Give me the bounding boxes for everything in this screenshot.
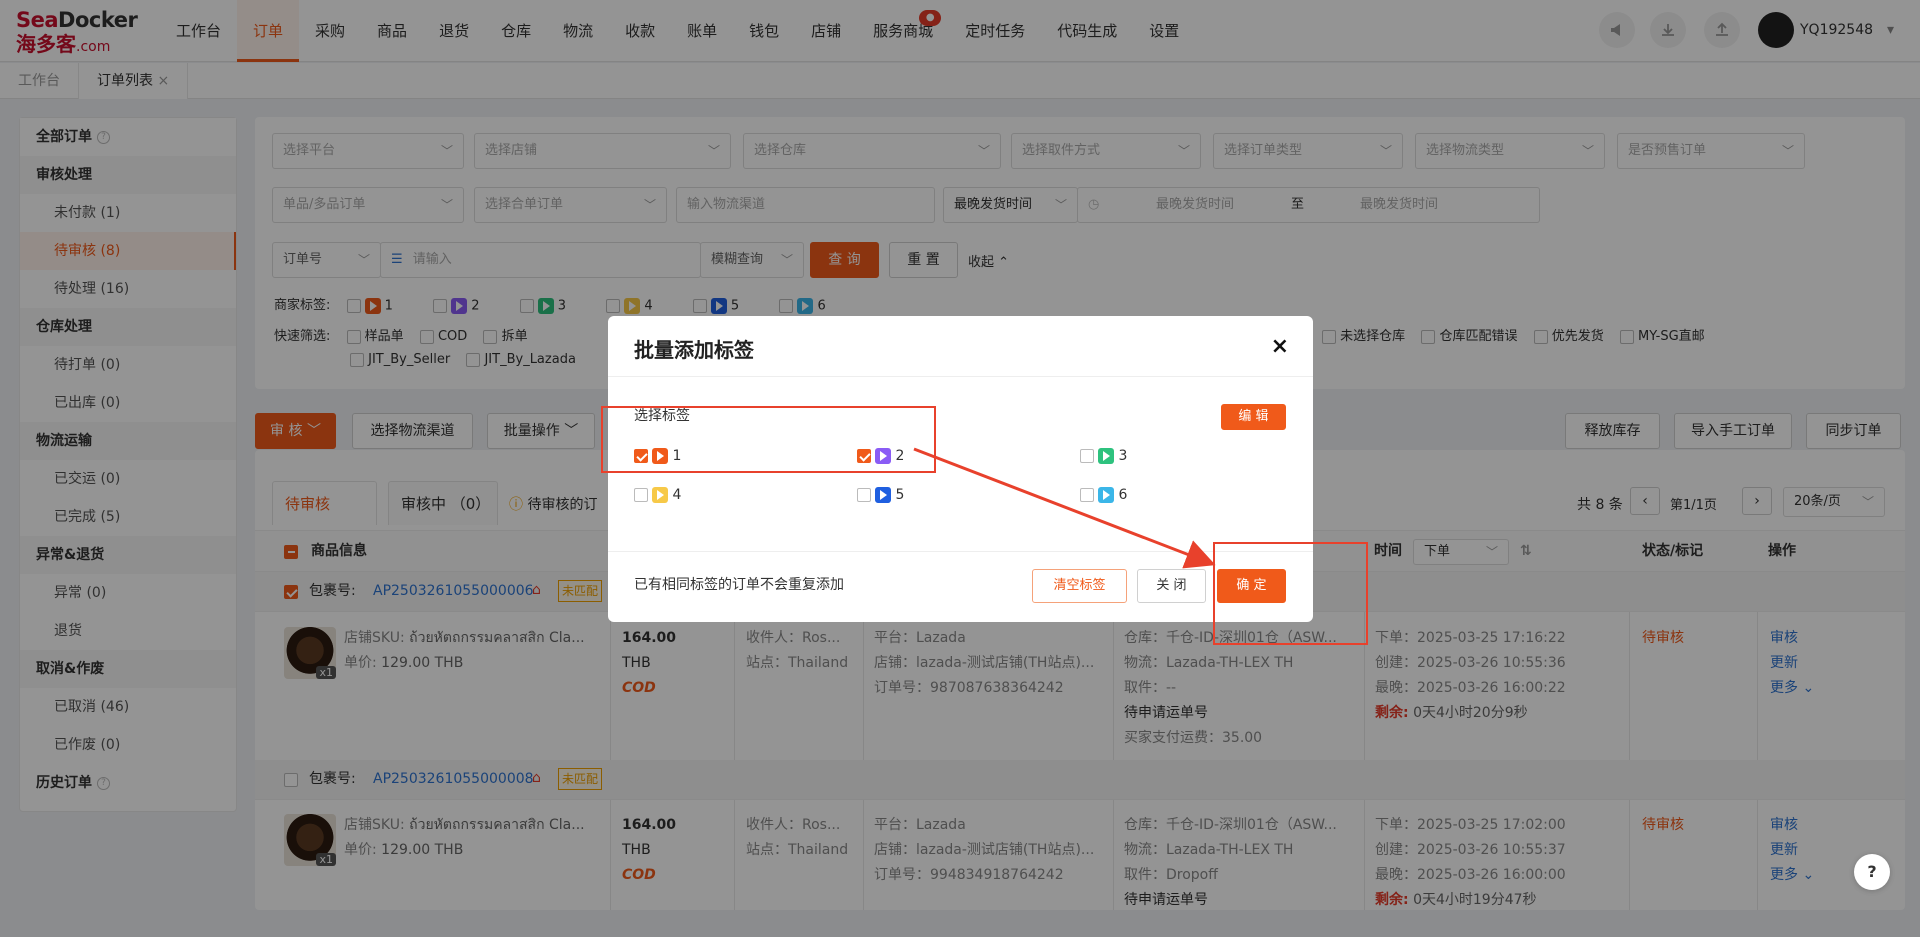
tag-label: 4 xyxy=(672,487,682,503)
tag-checkbox-5[interactable] xyxy=(857,488,871,502)
tag-option-4[interactable]: 4 xyxy=(634,483,681,508)
flag-icon xyxy=(1098,487,1114,503)
tag-checkbox-6[interactable] xyxy=(1080,488,1094,502)
edit-tags-button[interactable]: 编 辑 xyxy=(1221,404,1286,430)
tag-label: 3 xyxy=(1118,448,1128,464)
tag-label: 5 xyxy=(895,487,905,503)
flag-icon xyxy=(652,487,668,503)
help-button[interactable]: ? xyxy=(1854,854,1890,890)
dialog-title: 批量添加标签 xyxy=(634,338,754,362)
divider xyxy=(608,376,1313,377)
clear-tags-button[interactable]: 清空标签 xyxy=(1032,569,1127,603)
flag-icon xyxy=(875,487,891,503)
annotation-box-tags xyxy=(601,406,936,473)
tag-option-3[interactable]: 3 xyxy=(1080,444,1127,469)
tag-checkbox-3[interactable] xyxy=(1080,449,1094,463)
tag-option-5[interactable]: 5 xyxy=(857,483,904,508)
tag-checkbox-4[interactable] xyxy=(634,488,648,502)
flag-icon xyxy=(1098,448,1114,464)
close-button[interactable]: 关 闭 xyxy=(1137,569,1206,603)
tag-label: 6 xyxy=(1118,487,1128,503)
divider xyxy=(608,551,1313,552)
close-icon[interactable]: × xyxy=(1271,334,1289,359)
duplicate-tag-note: 已有相同标签的订单不会重复添加 xyxy=(634,577,844,593)
tag-option-6[interactable]: 6 xyxy=(1080,483,1127,508)
annotation-box-confirm xyxy=(1213,542,1368,645)
